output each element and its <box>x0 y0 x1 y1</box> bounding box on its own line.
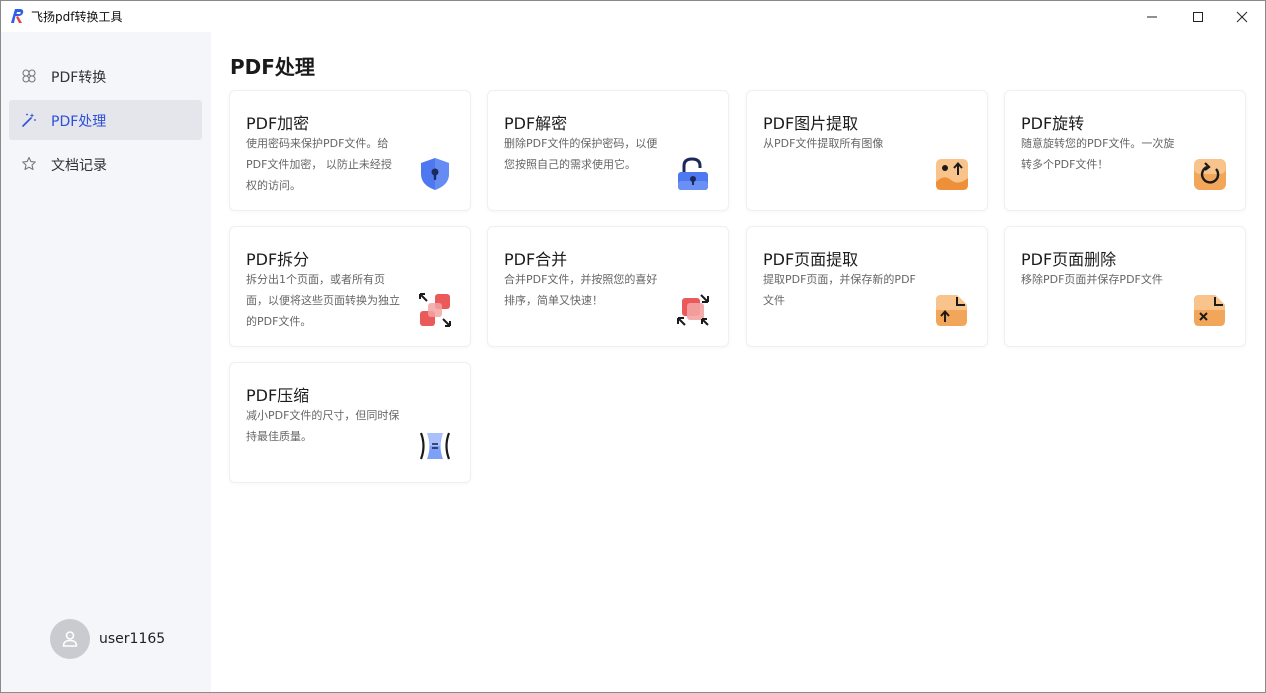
app-title: 飞扬pdf转换工具 <box>31 10 123 24</box>
sidebar-item-pdf-convert[interactable]: PDF转换 <box>9 56 202 96</box>
card-pdf-image-extract[interactable]: PDF图片提取 从PDF文件提取所有图像 <box>746 90 988 211</box>
sidebar-item-pdf-process[interactable]: PDF处理 <box>9 100 202 140</box>
split-icon <box>418 292 452 328</box>
unlock-icon <box>676 156 710 192</box>
card-description: 随意旋转您的PDF文件。一次旋转多个PDF文件！ <box>1021 137 1175 171</box>
sidebar-item-label: PDF转换 <box>51 70 107 86</box>
card-description: 减小PDF文件的尺寸，但同时保持最佳质量。 <box>246 409 400 443</box>
sidebar-item-label: PDF处理 <box>51 114 107 130</box>
app-window: 飞扬pdf转换工具 PDF转换 PDF处理 文档记录 user1165 PDF处… <box>0 0 1266 693</box>
main-content: PDF处理 PDF加密 使用密码来保护PDF文件。给PDF文件加密， 以防止未经… <box>211 32 1265 692</box>
card-pdf-rotate[interactable]: PDF旋转 随意旋转您的PDF文件。一次旋转多个PDF文件！ <box>1004 90 1246 211</box>
user-icon <box>62 631 78 647</box>
card-description: 删除PDF文件的保护密码，以便您按照自己的需求使用它。 <box>504 137 658 171</box>
image-extract-icon <box>935 156 969 192</box>
title-bar: 飞扬pdf转换工具 <box>1 1 1265 32</box>
card-pdf-page-extract[interactable]: PDF页面提取 提取PDF页面，并保存新的PDF文件 <box>746 226 988 347</box>
card-description: 合并PDF文件，并按照您的喜好排序，简单又快速！ <box>504 273 658 307</box>
card-title: PDF拆分 <box>246 250 310 269</box>
card-pdf-page-delete[interactable]: PDF页面删除 移除PDF页面并保存PDF文件 <box>1004 226 1246 347</box>
card-description: 提取PDF页面，并保存新的PDF文件 <box>763 273 916 307</box>
magic-wand-icon <box>21 112 37 128</box>
username: user1165 <box>99 631 166 647</box>
grid-icon <box>21 68 37 84</box>
card-pdf-encrypt[interactable]: PDF加密 使用密码来保护PDF文件。给PDF文件加密， 以防止未经授权的访问。 <box>229 90 471 211</box>
minimize-icon <box>1147 16 1157 17</box>
card-title: PDF合并 <box>504 250 568 269</box>
card-title: PDF页面提取 <box>763 250 859 269</box>
minimize-button[interactable] <box>1129 1 1175 32</box>
close-button[interactable] <box>1219 1 1265 32</box>
page-extract-icon <box>935 292 969 328</box>
card-pdf-compress[interactable]: PDF压缩 减小PDF文件的尺寸，但同时保持最佳质量。 <box>229 362 471 483</box>
app-logo-icon <box>9 7 27 25</box>
user-profile[interactable]: user1165 <box>50 619 165 659</box>
sidebar-item-document-records[interactable]: 文档记录 <box>9 144 202 184</box>
compress-icon <box>418 428 452 464</box>
merge-icon <box>676 292 710 328</box>
card-description: 从PDF文件提取所有图像 <box>763 137 884 150</box>
card-title: PDF加密 <box>246 114 310 133</box>
page-title: PDF处理 <box>230 55 315 79</box>
shield-lock-icon <box>418 156 452 192</box>
card-description: 移除PDF页面并保存PDF文件 <box>1021 273 1163 286</box>
card-pdf-decrypt[interactable]: PDF解密 删除PDF文件的保护密码，以便您按照自己的需求使用它。 <box>487 90 729 211</box>
maximize-icon <box>1193 11 1203 22</box>
card-title: PDF旋转 <box>1021 114 1085 133</box>
card-description: 使用密码来保护PDF文件。给PDF文件加密， 以防止未经授权的访问。 <box>246 137 392 192</box>
sidebar-item-label: 文档记录 <box>51 158 107 174</box>
page-delete-icon <box>1193 292 1227 328</box>
avatar <box>50 619 90 659</box>
star-icon <box>21 156 37 172</box>
card-title: PDF页面删除 <box>1021 250 1117 269</box>
maximize-button[interactable] <box>1175 1 1221 32</box>
card-pdf-split[interactable]: PDF拆分 拆分出1个页面，或者所有页面，以便将这些页面转换为独立的PDF文件。 <box>229 226 471 347</box>
card-title: PDF压缩 <box>246 386 310 405</box>
card-title: PDF解密 <box>504 114 568 133</box>
card-pdf-merge[interactable]: PDF合并 合并PDF文件，并按照您的喜好排序，简单又快速！ <box>487 226 729 347</box>
card-description: 拆分出1个页面，或者所有页面，以便将这些页面转换为独立的PDF文件。 <box>246 273 400 328</box>
sidebar: PDF转换 PDF处理 文档记录 user1165 <box>1 32 211 692</box>
close-icon <box>1236 11 1248 22</box>
rotate-icon <box>1193 156 1227 192</box>
card-title: PDF图片提取 <box>763 114 859 133</box>
